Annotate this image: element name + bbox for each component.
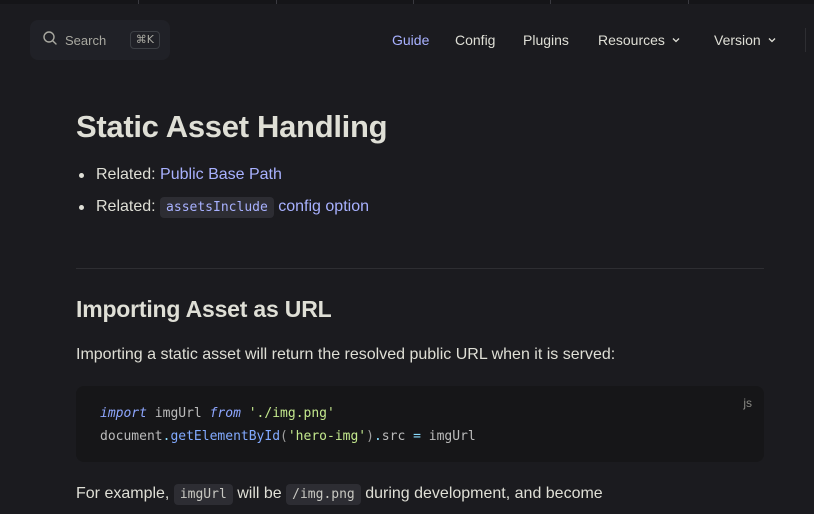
related-list: Related: Public Base Path Related: asset…: [76, 163, 369, 227]
section-heading: Importing Asset as URL: [76, 296, 332, 322]
public-base-path-link[interactable]: Public Base Path: [160, 166, 282, 183]
browser-tab-strip: [0, 0, 814, 4]
nav-resources-label: Resources: [598, 32, 665, 48]
related-prefix: Related:: [96, 166, 156, 183]
code-content: import imgUrl from './img.png' document.…: [100, 406, 476, 444]
nav-version-dropdown[interactable]: Version: [714, 29, 777, 51]
search-button[interactable]: Search ⌘K: [30, 20, 170, 60]
section-divider: [76, 268, 764, 269]
example-paragraph: For example, imgUrl will be /img.png dur…: [76, 482, 603, 507]
nav-divider: [805, 28, 806, 52]
chevron-down-icon: [768, 38, 776, 43]
related-prefix: Related:: [96, 198, 156, 215]
nav-resources-dropdown[interactable]: Resources: [598, 29, 681, 51]
code-language-label: js: [743, 396, 752, 410]
nav-plugins[interactable]: Plugins: [523, 29, 569, 51]
search-icon: [42, 30, 58, 51]
chevron-down-icon: [672, 38, 680, 43]
search-shortcut-badge: ⌘K: [129, 31, 160, 49]
page-title: Static Asset Handling: [76, 109, 388, 144]
nav-config[interactable]: Config: [455, 29, 495, 51]
nav-version-label: Version: [714, 32, 761, 48]
config-option-link[interactable]: config option: [278, 198, 369, 215]
assets-include-code-link[interactable]: assetsInclude: [160, 197, 274, 218]
list-item: Related: assetsInclude config option: [76, 195, 369, 227]
inline-code: imgUrl: [173, 484, 233, 505]
inline-code: /img.png: [286, 484, 361, 505]
code-block[interactable]: js import imgUrl from './img.png' docume…: [76, 386, 764, 462]
intro-paragraph: Importing a static asset will return the…: [76, 346, 616, 363]
nav-guide[interactable]: Guide: [392, 29, 429, 51]
list-item: Related: Public Base Path: [76, 163, 369, 195]
search-label: Search: [65, 32, 107, 48]
